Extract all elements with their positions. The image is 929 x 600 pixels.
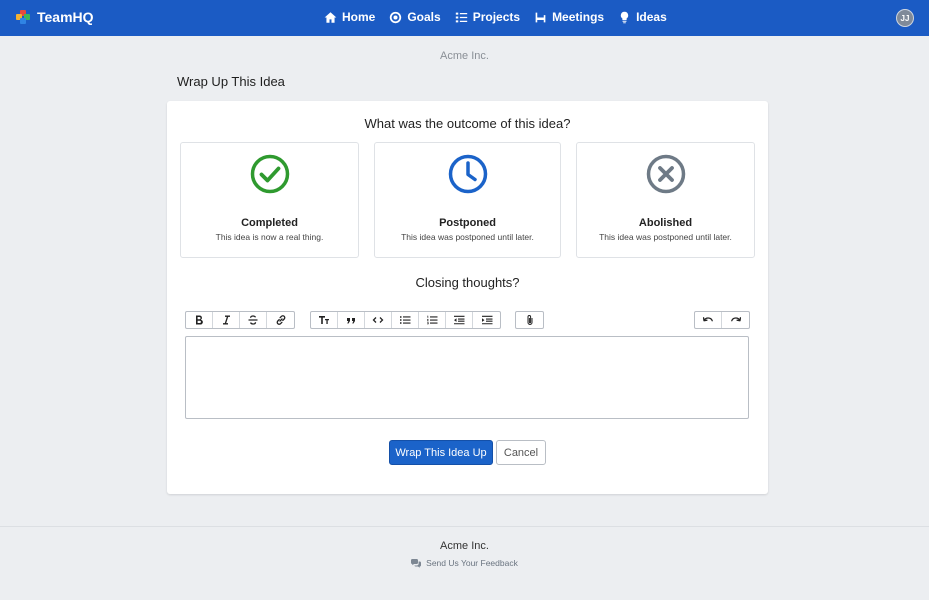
redo-button[interactable]: [722, 312, 749, 328]
option-description: This idea was postponed until later.: [599, 232, 732, 242]
quote-icon: [347, 318, 355, 324]
brand-name: TeamHQ: [37, 9, 94, 25]
nav-item-label: Meetings: [552, 10, 605, 24]
closing-thoughts-label: Closing thoughts?: [415, 275, 520, 290]
code-button[interactable]: [365, 312, 392, 328]
italic-icon: [223, 315, 230, 325]
toolbar-file-group: [515, 311, 544, 329]
teamhq-logo-icon: [16, 10, 30, 24]
comments-icon: [411, 558, 422, 568]
option-description: This idea was postponed until later.: [401, 232, 534, 242]
numbered-list-icon: [427, 315, 438, 325]
home-icon: [324, 11, 337, 23]
closing-thoughts-editor[interactable]: [185, 336, 749, 419]
bold-button[interactable]: [186, 312, 213, 328]
option-completed[interactable]: Completed This idea is now a real thing.: [180, 142, 359, 258]
numbered-list-button[interactable]: [419, 312, 446, 328]
nav-item-label: Projects: [472, 10, 521, 24]
target-icon: [390, 11, 402, 23]
top-nav: TeamHQ Home Goals Projects Meetings Idea…: [0, 0, 929, 36]
option-abolished[interactable]: Abolished This idea was postponed until …: [576, 142, 755, 258]
wrap-up-card: What was the outcome of this idea? Compl…: [167, 101, 768, 494]
undo-button[interactable]: [695, 312, 722, 328]
brand[interactable]: TeamHQ: [16, 9, 94, 25]
indent-icon: [481, 315, 492, 325]
org-name: Acme Inc.: [440, 50, 489, 62]
nav-item-label: Home: [342, 10, 376, 24]
cancel-button[interactable]: Cancel: [496, 440, 546, 465]
bold-icon: [196, 315, 203, 325]
footer: Acme Inc. Send Us Your Feedback: [0, 526, 929, 600]
attach-button[interactable]: [516, 312, 543, 328]
quote-button[interactable]: [338, 312, 365, 328]
x-circle-icon: [646, 154, 685, 194]
undo-icon: [702, 317, 713, 322]
option-title: Postponed: [439, 217, 496, 229]
bullet-list-icon: [400, 316, 411, 324]
option-title: Completed: [241, 217, 298, 229]
option-title: Abolished: [638, 217, 693, 229]
nav-item-home[interactable]: Home: [324, 10, 375, 24]
attach-icon: [527, 315, 532, 325]
heading-button[interactable]: [311, 312, 338, 328]
toolbar-block-group: [310, 311, 501, 329]
heading-icon: [319, 316, 329, 324]
code-icon: [372, 317, 384, 323]
nav-links: Home Goals Projects Meetings Ideas: [324, 10, 667, 24]
option-postponed[interactable]: Postponed This idea was postponed until …: [374, 142, 561, 258]
chair-icon: [535, 12, 546, 22]
toolbar-text-style-group: [185, 311, 295, 329]
wrap-idea-up-button[interactable]: Wrap This Idea Up: [389, 440, 493, 465]
list-icon: [455, 12, 467, 22]
italic-button[interactable]: [213, 312, 240, 328]
nav-item-label: Goals: [407, 10, 441, 24]
page-title: Wrap Up This Idea: [177, 74, 285, 89]
outdent-button[interactable]: [446, 312, 473, 328]
indent-button[interactable]: [473, 312, 500, 328]
redo-icon: [730, 317, 741, 322]
nav-item-goals[interactable]: Goals: [389, 10, 441, 24]
outcome-question: What was the outcome of this idea?: [364, 116, 571, 131]
feedback-label: Send Us Your Feedback: [426, 558, 518, 568]
clock-icon: [448, 154, 487, 194]
nav-item-ideas[interactable]: Ideas: [618, 10, 667, 24]
nav-item-projects[interactable]: Projects: [455, 10, 520, 24]
check-circle-icon: [250, 154, 289, 194]
user-avatar[interactable]: JJ: [896, 9, 914, 27]
strikethrough-icon: [248, 315, 258, 325]
link-button[interactable]: [267, 312, 294, 328]
lightbulb-icon: [620, 11, 629, 23]
link-icon: [276, 315, 285, 325]
nav-item-meetings[interactable]: Meetings: [534, 10, 604, 24]
feedback-link[interactable]: Send Us Your Feedback: [0, 558, 929, 568]
strikethrough-button[interactable]: [240, 312, 267, 328]
toolbar-history-group: [694, 311, 750, 329]
nav-item-label: Ideas: [636, 10, 667, 24]
footer-org-name: Acme Inc.: [440, 540, 489, 552]
outdent-icon: [454, 315, 465, 325]
bullet-list-button[interactable]: [392, 312, 419, 328]
option-description: This idea is now a real thing.: [215, 232, 324, 242]
